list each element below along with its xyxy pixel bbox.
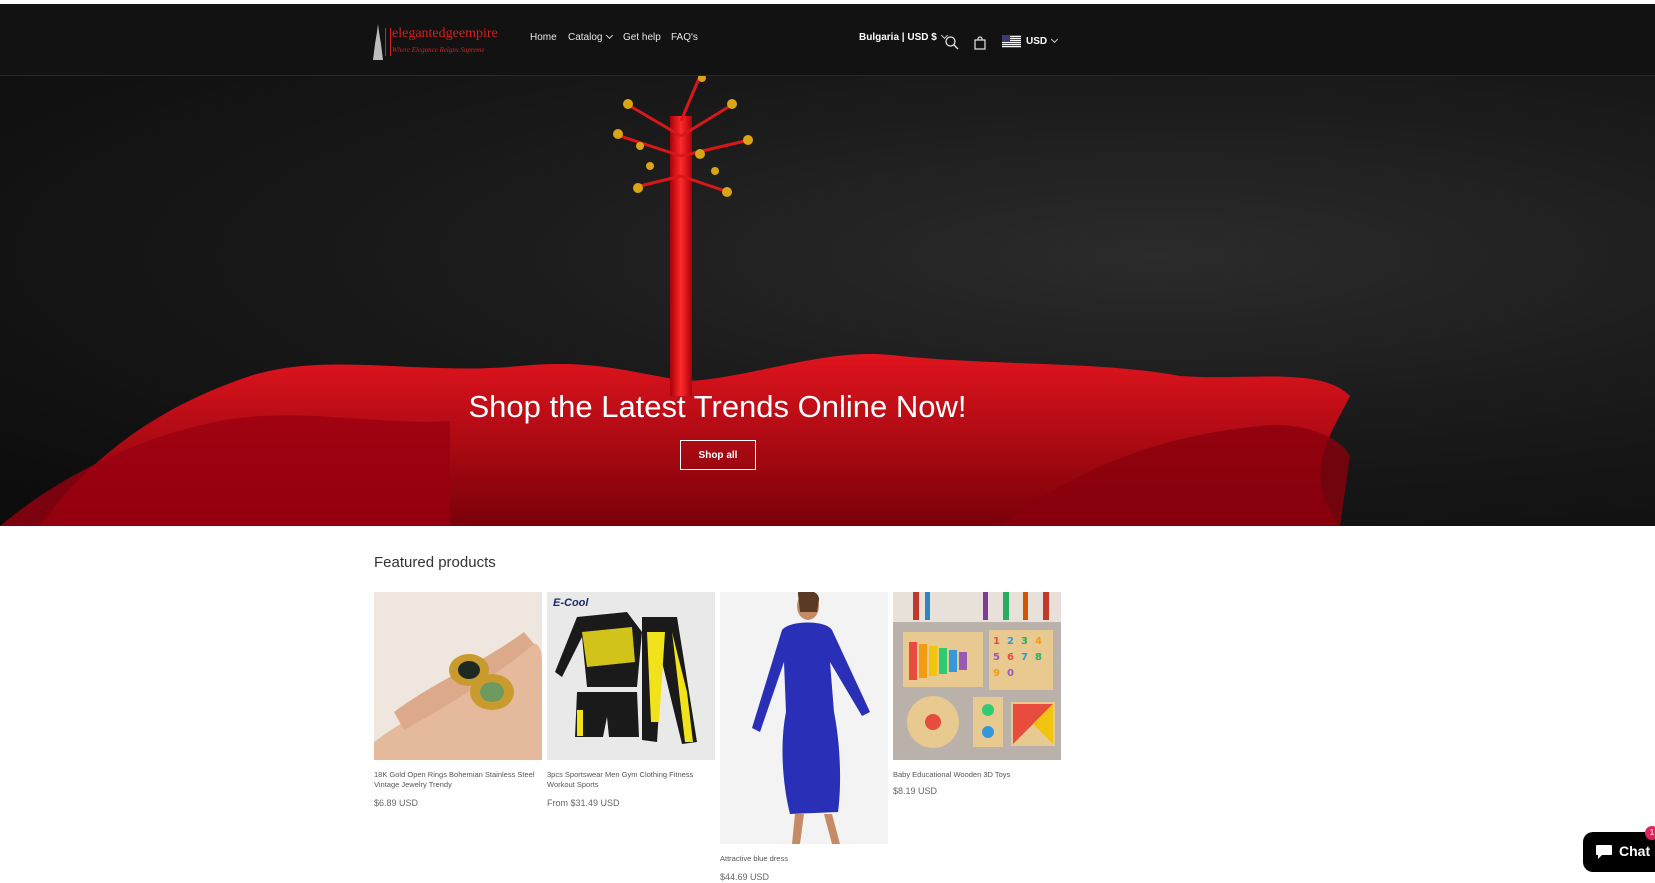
shop-all-button[interactable]: Shop all (680, 440, 756, 470)
currency-code: USD (1026, 36, 1048, 47)
currency-label: USD (1026, 35, 1059, 47)
cart-icon[interactable] (972, 35, 988, 51)
product-image[interactable]: 1234 5678 90 (893, 592, 1061, 760)
product-title[interactable]: 3pcs Sportswear Men Gym Clothing Fitness… (547, 770, 715, 790)
product-image[interactable] (374, 592, 542, 760)
svg-text:7: 7 (1021, 652, 1028, 663)
country-selector[interactable]: Bulgaria | USD $ (859, 31, 948, 43)
svg-text:0: 0 (1007, 668, 1014, 679)
nav-faq[interactable]: FAQ's (671, 32, 698, 43)
store-logo[interactable]: elegantedgeempire Where Elegance Reigns … (372, 22, 508, 62)
hero-flower-image (0, 76, 1350, 526)
brand-label: E-Cool (553, 597, 589, 609)
rings-image (374, 592, 542, 760)
nav-catalog-label: Catalog (568, 32, 603, 43)
product-image[interactable]: E-Cool (547, 592, 715, 760)
logo-bars (385, 28, 391, 56)
tower-icon (373, 24, 383, 60)
hero-banner: Shop the Latest Trends Online Now! Shop … (0, 76, 1655, 526)
svg-text:8: 8 (1035, 652, 1042, 663)
product-title[interactable]: Baby Educational Wooden 3D Toys (893, 770, 1061, 780)
svg-text:4: 4 (1035, 636, 1042, 647)
logo-name: elegantedgeempire (392, 26, 498, 41)
search-icon[interactable] (944, 35, 960, 51)
product-price: $44.69 USD (720, 872, 770, 882)
product-price: $6.89 USD (374, 798, 419, 808)
product-title[interactable]: Attractive blue dress (720, 854, 888, 864)
nav-get-help[interactable]: Get help (623, 32, 661, 43)
svg-text:6: 6 (1007, 652, 1014, 663)
chat-button[interactable]: Chat 1 (1583, 826, 1655, 872)
sportswear-image: E-Cool (547, 592, 715, 760)
product-image[interactable] (720, 592, 888, 844)
nav-home[interactable]: Home (530, 32, 557, 43)
country-selector-label: Bulgaria | USD $ (859, 32, 937, 43)
logo-tagline: Where Elegance Reigns Supreme (392, 46, 485, 54)
svg-text:9: 9 (993, 668, 1000, 679)
hero-title: Shop the Latest Trends Online Now! (468, 389, 967, 424)
svg-text:3: 3 (1021, 636, 1028, 647)
us-flag-icon (1002, 35, 1021, 48)
toys-image: 1234 5678 90 (893, 592, 1061, 760)
product-price: From $31.49 USD (547, 798, 620, 808)
featured-products-title: Featured products (374, 554, 496, 571)
nav-catalog[interactable]: Catalog (568, 31, 614, 43)
dress-image (720, 592, 888, 844)
chat-notification-badge: 1 (1645, 826, 1655, 840)
chat-bubble-icon (1596, 845, 1612, 859)
chat-label: Chat (1619, 843, 1651, 859)
svg-text:1: 1 (993, 636, 1000, 647)
chevron-down-icon (1051, 35, 1059, 44)
svg-text:2: 2 (1007, 636, 1014, 647)
product-price: $8.19 USD (893, 786, 938, 796)
svg-text:5: 5 (993, 652, 1000, 663)
chevron-down-icon (606, 31, 614, 40)
product-title[interactable]: 18K Gold Open Rings Bohemian Stainless S… (374, 770, 542, 790)
site-header: elegantedgeempire Where Elegance Reigns … (0, 4, 1655, 76)
